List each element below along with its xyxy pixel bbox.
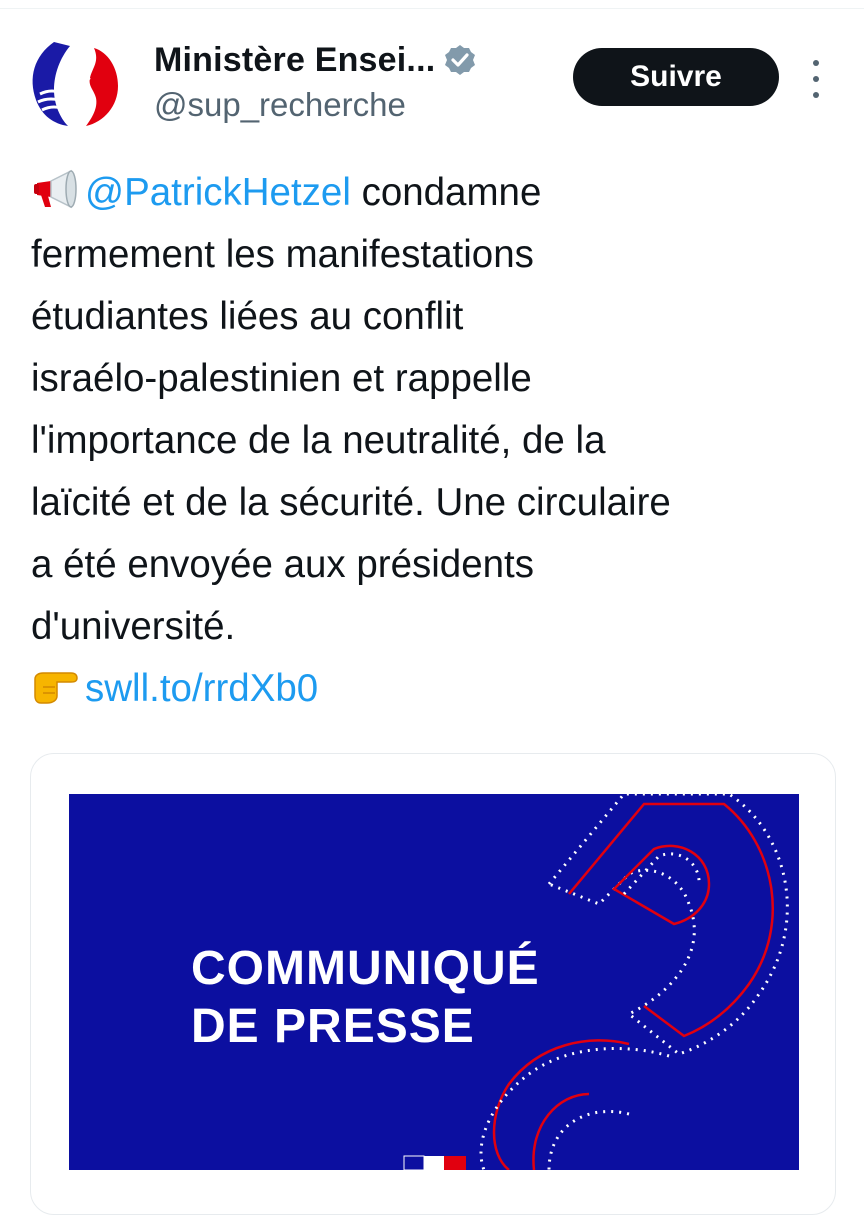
tweet-line: fermement les manifestations <box>31 233 534 276</box>
card-title-line2: DE PRESSE <box>191 1000 475 1053</box>
tweet-line: étudiantes liées au conflit <box>31 295 464 338</box>
pointing-hand-emoji-icon <box>34 672 78 704</box>
tweet-link[interactable]: swll.to/rrdXb0 <box>85 667 318 710</box>
tweet-line: d'université. <box>31 605 236 648</box>
more-dot <box>813 92 819 98</box>
mention-link[interactable]: @PatrickHetzel <box>85 171 351 214</box>
tweet-text: @PatrickHetzel condamne fermement les ma… <box>31 162 846 720</box>
top-divider <box>0 8 864 9</box>
ministry-logo-icon[interactable] <box>24 38 128 130</box>
tweet-line: l'importance de la neutralité, de la <box>31 419 606 462</box>
tweet-line: israélo-palestinien et rappelle <box>31 357 532 400</box>
tweet-line-text: condamne <box>350 171 542 214</box>
tweet-line: a été envoyée aux présidents <box>31 543 534 586</box>
link-preview-card[interactable]: COMMUNIQUÉ DE PRESSE <box>30 753 836 1215</box>
more-vertical-icon[interactable] <box>806 60 826 98</box>
tweet-line: laïcité et de la sécurité. Une circulair… <box>31 481 671 524</box>
megaphone-emoji-icon <box>34 169 77 209</box>
account-name-row[interactable]: Ministère Ensei... <box>154 38 477 82</box>
account-display-name[interactable]: Ministère Ensei... <box>154 41 435 80</box>
card-title: COMMUNIQUÉ DE PRESSE <box>191 940 540 1056</box>
card-title-line1: COMMUNIQUÉ <box>191 942 540 995</box>
follow-button[interactable]: Suivre <box>573 48 779 106</box>
tweet-line: @PatrickHetzel condamne <box>31 162 846 224</box>
more-dot <box>813 60 819 66</box>
account-handle[interactable]: @sup_recherche <box>154 86 406 124</box>
verified-badge-icon <box>445 45 476 75</box>
more-dot <box>813 76 819 82</box>
tweet-link-line: swll.to/rrdXb0 <box>31 658 846 720</box>
